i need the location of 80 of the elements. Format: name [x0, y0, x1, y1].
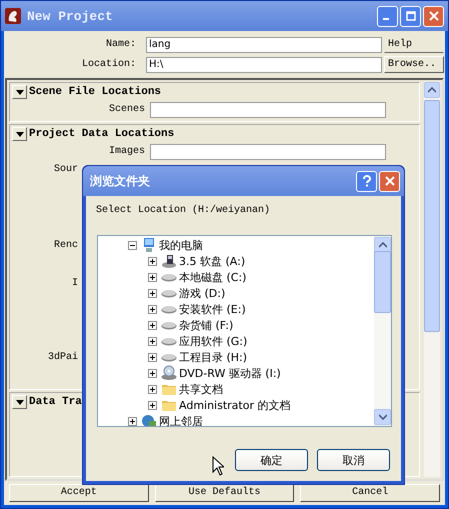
expand-toggle[interactable]: [148, 384, 157, 394]
tree-item[interactable]: 安装软件 (E:): [179, 302, 246, 316]
expand-toggle[interactable]: [148, 368, 157, 378]
help-button[interactable]: Help: [384, 36, 444, 54]
expand-toggle[interactable]: [148, 400, 157, 410]
expand-toggle[interactable]: [148, 336, 157, 346]
tree-item[interactable]: 工程目录 (H:): [179, 350, 248, 364]
dialog-button[interactable]: Accept: [9, 484, 149, 502]
expand-toggle[interactable]: [148, 304, 157, 314]
dialog-button[interactable]: 取消: [317, 449, 390, 471]
collapse-toggle[interactable]: [12, 394, 27, 409]
expand-toggle[interactable]: [128, 240, 137, 250]
expand-toggle[interactable]: [148, 256, 157, 266]
field-label: I: [70, 278, 78, 290]
computer-icon: [141, 237, 157, 253]
dialog-button[interactable]: Cancel: [300, 484, 440, 502]
field-label: Renc: [52, 240, 78, 252]
field-label: Location:: [80, 59, 137, 70]
collapse-toggle[interactable]: [12, 126, 27, 141]
maximize-icon: [406, 11, 416, 21]
floppy-icon: [161, 253, 177, 269]
scroll-thumb[interactable]: [424, 100, 440, 332]
close-button[interactable]: [423, 6, 444, 26]
location-field[interactable]: H:\: [146, 56, 382, 73]
scroll-up-button[interactable]: [424, 82, 440, 98]
field-label: Images: [108, 146, 146, 158]
cursor-icon: [212, 456, 224, 476]
section-title: Data Tra: [29, 396, 82, 408]
scrollbar[interactable]: [424, 82, 440, 477]
field-label: 3dPai: [46, 352, 78, 364]
tree-item[interactable]: 我的电脑: [159, 238, 203, 252]
tree-item[interactable]: 游戏 (D:): [179, 286, 226, 300]
dialog-prompt: Select Location (H:/weiyanan): [96, 205, 270, 216]
chevron-up-icon: [428, 86, 436, 93]
chevron-up-icon: [378, 242, 386, 248]
expand-toggle[interactable]: [148, 272, 157, 282]
window-title: New Project: [27, 8, 114, 24]
scroll-up-button[interactable]: [374, 237, 391, 253]
scroll-down-button[interactable]: [374, 409, 391, 425]
expand-toggle[interactable]: [148, 288, 157, 298]
tree-item[interactable]: 杂货铺 (F:): [179, 318, 234, 332]
maximize-button[interactable]: [400, 6, 421, 26]
help-button[interactable]: [356, 170, 377, 192]
minimize-button[interactable]: [377, 6, 398, 26]
tree-item[interactable]: 网上邻居: [159, 414, 203, 426]
collapse-toggle[interactable]: [12, 84, 27, 99]
expand-toggle[interactable]: [128, 416, 137, 426]
dialog-button[interactable]: 确定: [235, 449, 308, 471]
field-label: Name:: [104, 39, 137, 50]
close-icon: [384, 176, 394, 186]
field-label: Scenes: [108, 104, 146, 116]
close-button[interactable]: [379, 170, 400, 192]
section-title: Scene File Locations: [29, 86, 162, 98]
name-field[interactable]: lang: [146, 36, 382, 53]
section-title: Project Data Locations: [29, 128, 174, 140]
tree-item[interactable]: 应用软件 (G:): [179, 334, 248, 348]
path-field[interactable]: [150, 102, 386, 118]
field-label: Sour: [52, 164, 78, 176]
tree-item[interactable]: 共享文档: [179, 382, 223, 396]
scroll-thumb[interactable]: [374, 251, 391, 313]
dialog-title: 浏览文件夹: [90, 172, 151, 190]
path-field[interactable]: [150, 144, 386, 160]
question-mark-icon: [362, 175, 372, 187]
minimize-icon: [383, 18, 389, 20]
dvd-icon: [161, 365, 177, 381]
tree-item[interactable]: 3.5 软盘 (A:): [179, 254, 246, 268]
app-icon: [5, 8, 21, 24]
chevron-down-icon: [378, 414, 386, 420]
expand-toggle[interactable]: [148, 320, 157, 330]
network-icon: [141, 413, 157, 426]
caret-icon: [16, 88, 24, 96]
browse-button[interactable]: Browse..: [384, 56, 444, 74]
tree-item[interactable]: DVD-RW 驱动器 (I:): [179, 366, 281, 380]
tree-item[interactable]: 本地磁盘 (C:): [179, 270, 246, 284]
caret-icon: [16, 130, 24, 138]
tree-item[interactable]: Administrator 的文档: [179, 398, 290, 412]
expand-toggle[interactable]: [148, 352, 157, 362]
close-icon: [428, 11, 438, 21]
caret-icon: [16, 398, 24, 406]
scrollbar[interactable]: [374, 236, 391, 426]
